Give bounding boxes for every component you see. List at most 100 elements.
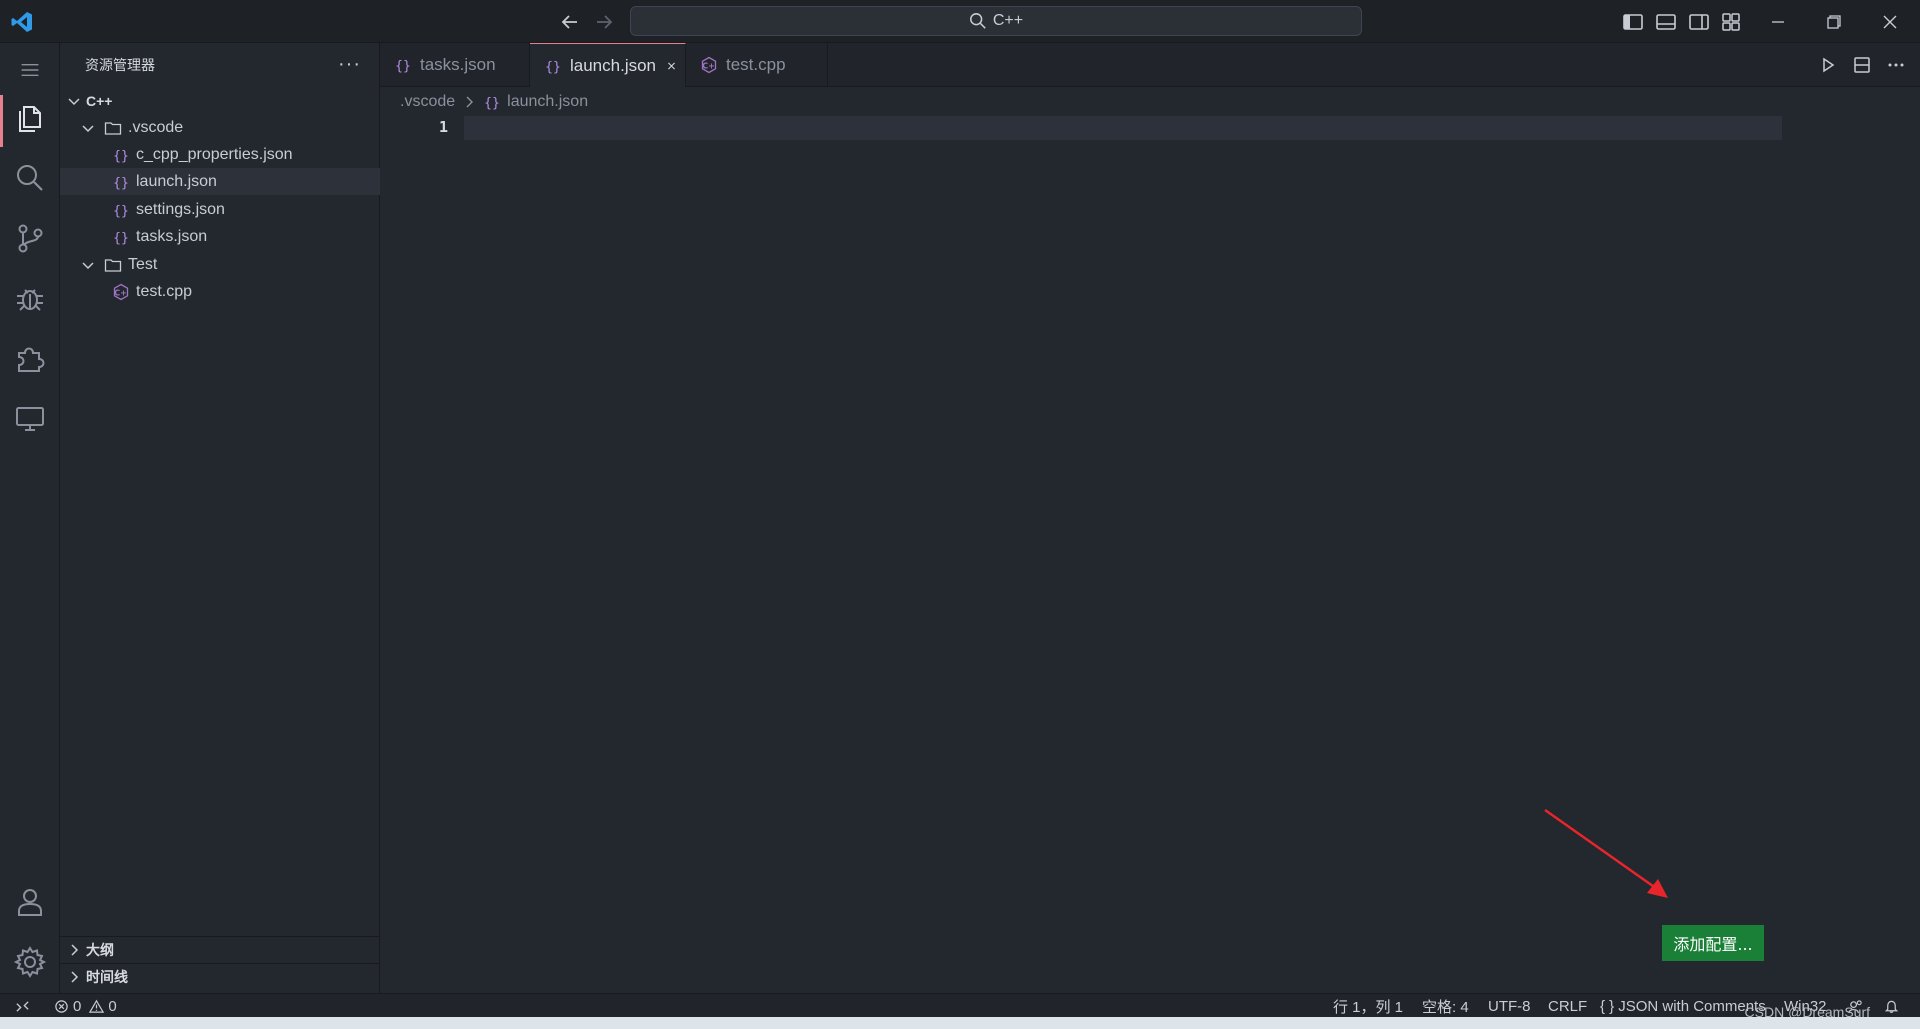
breadcrumb-folder[interactable]: .vscode <box>400 93 455 111</box>
tree-folder-test[interactable]: Test <box>60 251 380 278</box>
customize-layout-icon[interactable] <box>1720 11 1742 33</box>
encoding[interactable]: UTF-8 <box>1488 994 1531 1018</box>
forward-arrow-icon[interactable] <box>592 10 616 34</box>
tree-item-label: tasks.json <box>136 227 208 245</box>
timeline-section[interactable]: 时间线 <box>60 963 380 990</box>
toggle-secondary-sidebar-icon[interactable] <box>1688 11 1710 33</box>
svg-text:{}: {} <box>113 204 129 219</box>
minimize-icon[interactable] <box>1766 10 1790 34</box>
json-file-icon: {} <box>545 60 561 75</box>
source-control-icon <box>18 224 43 253</box>
more-actions-icon[interactable]: ··· <box>338 53 361 76</box>
root-folder-label: C++ <box>86 92 113 109</box>
tree-file-test-cpp[interactable]: C+ test.cpp <box>60 278 380 305</box>
chevron-down-icon <box>82 261 94 269</box>
notifications-indicator[interactable] <box>1884 994 1899 1018</box>
tree-item-label: Test <box>128 255 158 273</box>
svg-text:{}: {} <box>113 176 129 191</box>
svg-text:C+: C+ <box>114 288 127 297</box>
tab-test-cpp[interactable]: C+ test.cpp <box>686 43 828 87</box>
json-file-icon: {} <box>113 204 129 219</box>
sidebar-title: 资源管理器 <box>85 57 155 73</box>
svg-text:{}: {} <box>484 96 500 111</box>
activity-remote-explorer[interactable] <box>0 391 60 445</box>
vscode-logo-icon <box>11 12 32 32</box>
outline-section[interactable]: 大纲 <box>60 936 380 963</box>
activity-explorer[interactable] <box>0 91 60 147</box>
cursor-position[interactable]: 行 1，列 1 <box>1333 994 1403 1018</box>
remote-explorer-icon <box>16 407 44 431</box>
tree-file-c-cpp-properties[interactable]: {} c_cpp_properties.json <box>60 141 380 168</box>
annotation-arrow <box>1544 808 1668 898</box>
problems-indicator[interactable]: 0 0 <box>54 994 117 1018</box>
chevron-right-icon <box>466 96 474 108</box>
close-tab-icon[interactable] <box>666 58 677 74</box>
tree-item-label: settings.json <box>136 200 225 218</box>
warning-count: 0 <box>108 997 117 1015</box>
activity-manage[interactable] <box>0 935 60 989</box>
run-icon[interactable] <box>1818 55 1838 75</box>
os-taskbar-strip <box>0 1017 1920 1029</box>
chevron-right-icon <box>71 944 79 956</box>
language-mode[interactable]: { } JSON with Comments <box>1600 994 1766 1018</box>
tree-file-tasks-json[interactable]: {} tasks.json <box>60 223 380 250</box>
end-of-line[interactable]: CRLF <box>1548 994 1587 1018</box>
search-icon <box>969 13 986 29</box>
timeline-label: 时间线 <box>86 969 128 985</box>
command-center-label: C++ <box>992 12 1024 29</box>
explorer-sidebar: 资源管理器 ··· C++ .vscode {} c_cpp_propertie… <box>60 43 380 993</box>
error-count: 0 <box>73 997 82 1015</box>
activity-source-control[interactable] <box>0 211 60 265</box>
tree-folder-vscode[interactable]: .vscode <box>60 114 380 141</box>
json-file-icon: {} <box>113 231 129 246</box>
cpp-file-icon: C+ <box>113 283 129 300</box>
remote-icon <box>15 1000 29 1012</box>
tree-root-folder[interactable]: C++ <box>60 87 380 114</box>
bell-icon <box>1884 1000 1899 1013</box>
json-braces-icon: { } <box>1600 997 1615 1015</box>
tab-label: tasks.json <box>420 55 496 74</box>
editor-tab-bar: {} tasks.json {} launch.json C+ test.cpp <box>380 43 1920 87</box>
indentation[interactable]: 空格: 4 <box>1422 994 1469 1018</box>
command-center-search[interactable]: C++ <box>630 6 1362 36</box>
explorer-icon <box>19 106 41 132</box>
svg-text:{}: {} <box>395 59 411 74</box>
split-editor-icon[interactable] <box>1852 55 1872 75</box>
chevron-right-icon <box>71 971 79 983</box>
add-configuration-button[interactable]: 添加配置... <box>1662 925 1764 961</box>
tree-item-label: c_cpp_properties.json <box>136 145 293 163</box>
hamburger-menu-icon <box>21 63 39 77</box>
close-icon[interactable] <box>1878 10 1902 34</box>
tab-label: launch.json <box>570 55 657 75</box>
folder-icon <box>104 258 122 272</box>
title-bar: C++ <box>0 0 1920 43</box>
menu-button[interactable] <box>0 43 60 97</box>
toggle-primary-sidebar-icon[interactable] <box>1622 11 1644 33</box>
tree-file-settings-json[interactable]: {} settings.json <box>60 196 380 223</box>
restore-icon[interactable] <box>1822 10 1846 34</box>
svg-text:{}: {} <box>113 149 129 164</box>
back-arrow-icon[interactable] <box>558 10 582 34</box>
json-file-icon: {} <box>113 176 129 191</box>
tab-launch-json[interactable]: {} launch.json <box>530 43 686 87</box>
activity-search[interactable] <box>0 151 60 205</box>
activity-run-debug[interactable] <box>0 271 60 325</box>
tree-item-label: test.cpp <box>136 282 193 300</box>
current-line-highlight <box>464 116 1782 140</box>
activity-extensions[interactable] <box>0 331 60 385</box>
svg-text:{}: {} <box>545 60 561 75</box>
activity-bar <box>0 43 60 993</box>
code-editor[interactable]: 1 <box>380 114 1920 993</box>
warning-icon <box>89 999 105 1013</box>
svg-text:{}: {} <box>113 231 129 246</box>
tab-tasks-json[interactable]: {} tasks.json <box>380 43 530 87</box>
tree-file-launch-json[interactable]: {} launch.json <box>60 168 380 195</box>
line-number: 1 <box>438 118 448 136</box>
breadcrumb-file[interactable]: launch.json <box>507 93 588 111</box>
remote-indicator[interactable] <box>0 994 44 1018</box>
toggle-panel-icon[interactable] <box>1655 11 1677 33</box>
activity-accounts[interactable] <box>0 875 60 929</box>
json-file-icon: {} <box>395 59 411 74</box>
more-actions-icon[interactable] <box>1886 55 1906 75</box>
manage-gear-icon <box>13 946 47 978</box>
